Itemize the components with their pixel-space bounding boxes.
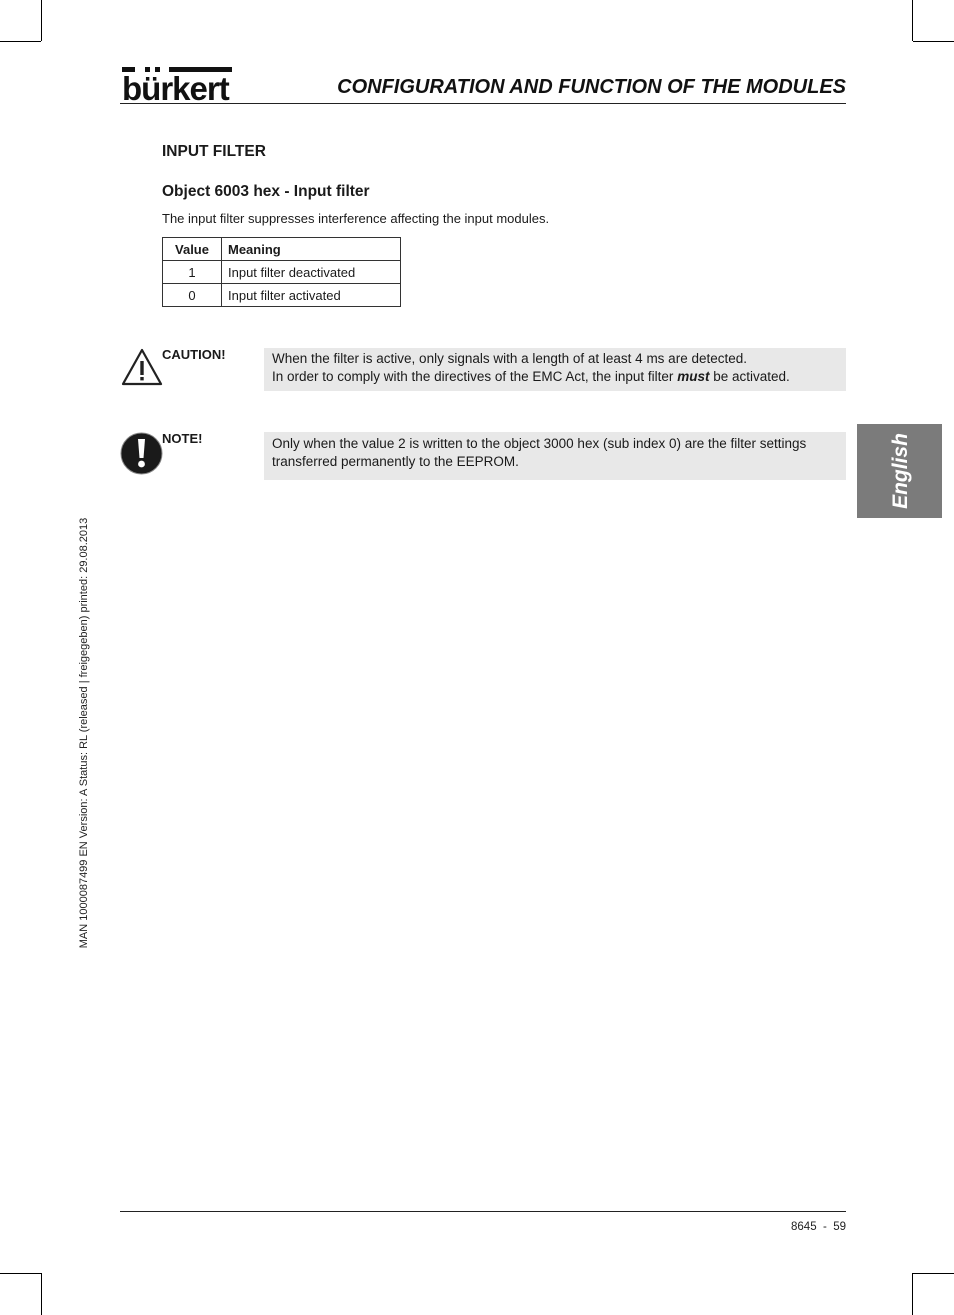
table-row: 0 Input filter activated <box>162 283 401 307</box>
crop-mark <box>41 0 42 41</box>
note-label: NOTE! <box>162 431 203 446</box>
burkert-logo: bürkert <box>122 67 232 107</box>
table-row: 1 Input filter deactivated <box>162 260 401 284</box>
crop-mark <box>913 1273 954 1274</box>
cell-meaning: Input filter deactivated <box>221 260 401 284</box>
caution-text: In order to comply with the directives o… <box>272 369 678 384</box>
crop-mark <box>912 0 913 41</box>
caution-text: be activated. <box>709 369 790 384</box>
crop-mark <box>912 1273 913 1315</box>
caution-line-1: When the filter is active, only signals … <box>272 351 747 366</box>
language-label: English <box>889 433 912 509</box>
caution-label: CAUTION! <box>162 347 226 362</box>
note-box: Only when the value 2 is written to the … <box>264 432 846 480</box>
crop-mark <box>41 1273 42 1315</box>
document-metadata: MAN 1000087499 EN Version: A Status: RL … <box>78 517 90 949</box>
caution-box: When the filter is active, only signals … <box>264 348 846 391</box>
cell-value: 0 <box>162 283 222 307</box>
language-tab: English <box>857 424 942 518</box>
crop-mark <box>0 1273 41 1274</box>
intro-text: The input filter suppresses interference… <box>162 211 550 226</box>
caution-line-2: In order to comply with the directives o… <box>272 368 838 386</box>
crop-mark <box>913 41 954 42</box>
caution-emphasis: must <box>677 369 710 384</box>
section-subheading: Object 6003 hex - Input filter <box>162 183 370 200</box>
column-header-meaning: Meaning <box>221 237 401 261</box>
page-number: 8645 - 59 <box>791 1221 846 1233</box>
cell-value: 1 <box>162 260 222 284</box>
cell-meaning: Input filter activated <box>221 283 401 307</box>
value-table: Value Meaning 1 Input filter deactivated… <box>162 237 401 307</box>
warning-triangle-icon <box>121 348 163 386</box>
footer-divider <box>120 1211 846 1212</box>
column-header-value: Value <box>162 237 222 261</box>
logo-text: bürkert <box>122 70 230 107</box>
chapter-title: CONFIGURATION AND FUNCTION OF THE MODULE… <box>337 76 846 98</box>
table-header-row: Value Meaning <box>162 237 401 261</box>
exclamation-circle-icon <box>120 432 163 475</box>
crop-mark <box>0 41 41 42</box>
section-heading: INPUT FILTER <box>162 143 266 160</box>
header-divider <box>120 103 846 104</box>
